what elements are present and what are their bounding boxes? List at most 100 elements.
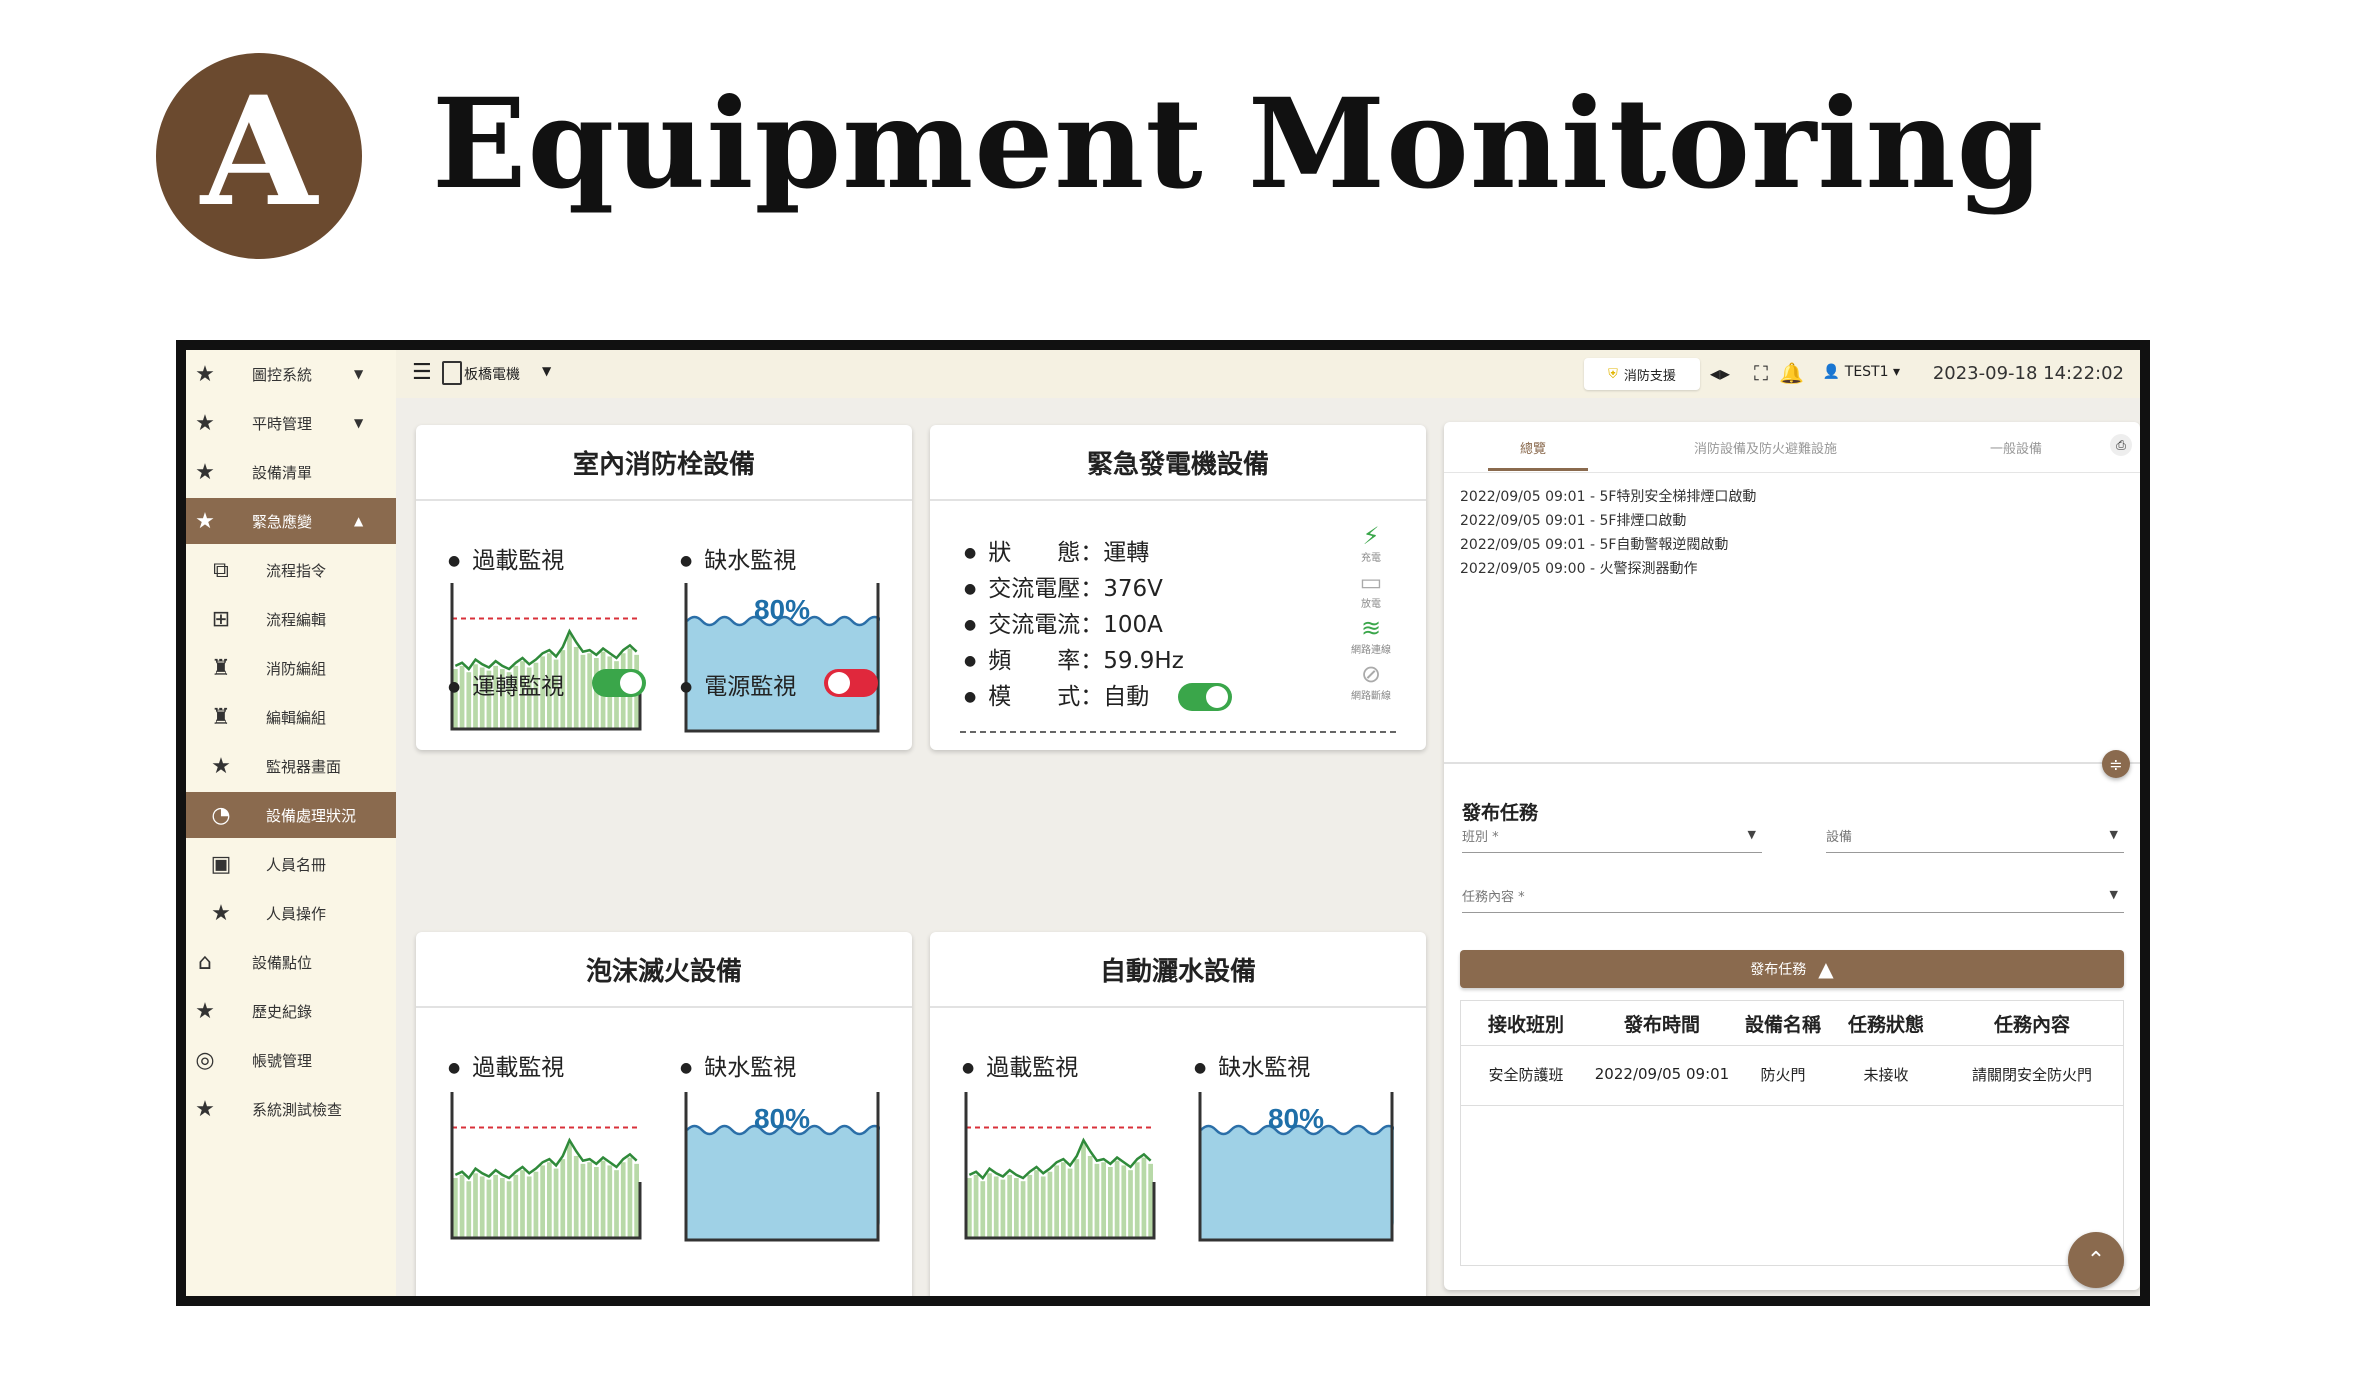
chart-bar	[533, 1171, 539, 1238]
publish-label: 發布任務	[1750, 962, 1807, 978]
chart-bar	[587, 1162, 592, 1238]
sidebar-item[interactable]: ⧉ 流程指令	[186, 547, 396, 593]
right-panel: 總覽 消防設備及防火避難設施 一般設備 ⎙ 2022/09/05 09:01 -…	[1444, 422, 2140, 1290]
water-label: 缺水監視	[680, 541, 796, 575]
fullscreen-icon[interactable]: ⛶	[1754, 361, 1768, 385]
scroll-top-button[interactable]: ⌃	[2068, 1232, 2124, 1288]
chart-bar	[560, 1159, 566, 1238]
tab-overview[interactable]: 總覽	[1520, 438, 1546, 457]
chart-bar	[973, 1174, 979, 1238]
tab-general-equipment[interactable]: 一般設備	[1990, 438, 2042, 457]
chart-bar	[1101, 1162, 1106, 1238]
sidebar-item-label: 平時管理	[252, 414, 313, 433]
chart-bar	[1061, 1162, 1066, 1238]
table-header[interactable]: 發布時間	[1591, 1001, 1733, 1045]
sidebar-item[interactable]: ♜ 編輯編組	[186, 694, 396, 740]
chart-bar	[1074, 1159, 1080, 1238]
sidebar-item-label: 歷史紀錄	[252, 1002, 313, 1021]
shift-select[interactable]: 班別 * ▼	[1462, 826, 1762, 853]
chart-bar	[634, 1163, 639, 1238]
sidebar-item[interactable]: ★ 圖控系統 ▼	[186, 351, 396, 397]
table-header[interactable]: 接收班別	[1461, 1001, 1591, 1045]
sidebar-item[interactable]: ★ 緊急應變 ▲	[186, 498, 396, 544]
sidebar-item[interactable]: ★ 監視器畫面	[186, 743, 396, 789]
water-label: 缺水監視	[680, 1048, 796, 1082]
power-toggle[interactable]	[824, 669, 878, 697]
chevron-up-icon[interactable]: ▲	[354, 514, 363, 528]
publish-task-button[interactable]: 發布任務 ▲	[1460, 950, 2124, 988]
running-toggle[interactable]	[592, 669, 646, 697]
sidebar-item[interactable]: ⊞ 流程編輯	[186, 596, 396, 642]
power-toggle[interactable]	[824, 1300, 878, 1306]
device-label: 設備	[1826, 830, 1853, 845]
user-name: TEST1	[1844, 364, 1889, 380]
chart-bar	[500, 1178, 505, 1238]
star-icon: ★	[195, 410, 215, 436]
star-icon: ★	[195, 361, 215, 387]
tab-bar: 總覽 消防設備及防火避難設施 一般設備 ⎙	[1444, 422, 2140, 473]
chart-bar	[627, 1157, 633, 1238]
star-icon: ★	[195, 459, 215, 485]
sidebar-item-label: 流程編輯	[266, 610, 327, 629]
hydrant-panel: 室內消防栓設備 過載監視 缺水監視 80% 運轉監視 電源監視	[416, 425, 912, 750]
tab-fire-equipment[interactable]: 消防設備及防火避難設施	[1694, 438, 1837, 457]
chart-bar	[506, 1181, 512, 1238]
sidebar-item-label: 緊急應變	[252, 512, 313, 531]
chart-bar	[1121, 1165, 1127, 1238]
chevron-down-icon: ▼	[2109, 888, 2118, 901]
sidebar-item[interactable]: ◔ 設備處理狀況	[186, 792, 396, 838]
table-cell: 防火門	[1760, 1065, 1806, 1084]
sidebar-item[interactable]: ★ 系統測試檢查	[186, 1086, 396, 1132]
sidebar-item[interactable]: ★ 平時管理 ▼	[186, 400, 396, 446]
sidebar-item[interactable]: ★ 設備清單	[186, 449, 396, 495]
sidebar-item-label: 人員操作	[266, 904, 327, 923]
log-entry: 2022/09/05 09:01 - 5F排煙口啟動	[1460, 513, 1687, 529]
running-toggle[interactable]	[1106, 1300, 1160, 1306]
chart-bar	[980, 1181, 986, 1238]
chart-bar	[1141, 1157, 1147, 1238]
printer-icon[interactable]: ⎙	[2110, 434, 2132, 456]
chevron-down-icon[interactable]: ▼	[354, 367, 363, 381]
generator-stat: 狀 態：運轉	[964, 533, 1149, 567]
overload-label: 過載監視	[448, 1048, 564, 1082]
sidebar-item[interactable]: ◎ 帳號管理	[186, 1037, 396, 1083]
table-header[interactable]: 任務狀態	[1833, 1001, 1939, 1045]
sprinkler-title: 自動灑水設備	[930, 932, 1426, 1008]
menu-icon[interactable]: ☰	[412, 360, 432, 385]
page-title: Equipment Monitoring	[432, 72, 2045, 217]
sidebar-item[interactable]: ★ 人員操作	[186, 890, 396, 936]
chart-bar	[1040, 1176, 1046, 1238]
chart-bar	[493, 1174, 498, 1238]
sidebar-item[interactable]: ♜ 消防編組	[186, 645, 396, 691]
table-header[interactable]: 設備名稱	[1733, 1001, 1833, 1045]
table-cell: 2022/09/05 09:01	[1594, 1065, 1730, 1083]
fire-support-button[interactable]: ⛨ 消防支援	[1584, 358, 1700, 390]
chevron-down-icon[interactable]: ▼	[542, 364, 551, 378]
water-level-label: 80%	[1268, 1103, 1324, 1134]
site-selector[interactable]: 板橋電機	[464, 364, 520, 384]
task-content-select[interactable]: 任務內容 * ▼	[1462, 886, 2124, 913]
status-icon: ◔	[211, 802, 231, 828]
app-window: ★ 圖控系統 ▼ ★ 平時管理 ▼ ★ 設備清單 ★ 緊急應變 ▲ ⧉ 流程指令 ⊞ 流程編輯 ♜ 消防編組 ♜ 編…	[176, 340, 2150, 1306]
flow-command-icon: ⧉	[213, 557, 229, 583]
sidebar-item[interactable]: ⌂ 設備點位	[186, 939, 396, 985]
user-menu[interactable]: 👤 TEST1 ▾	[1823, 364, 1900, 380]
sidebar-item-label: 人員名冊	[266, 855, 327, 874]
running-toggle[interactable]	[592, 1300, 646, 1306]
chevron-down-icon[interactable]: ▼	[354, 416, 363, 430]
bell-icon[interactable]: 🔔	[1779, 361, 1804, 385]
power-toggle[interactable]	[1338, 1300, 1392, 1306]
table-header[interactable]: 任務內容	[1939, 1001, 2125, 1045]
generator-stat: 交流電流：100A	[964, 605, 1163, 639]
mode-toggle[interactable]	[1178, 683, 1232, 711]
expand-icon[interactable]: ≑	[2102, 750, 2130, 778]
device-select[interactable]: 設備 ▼	[1826, 826, 2124, 853]
sidebar-item-label: 流程指令	[266, 561, 327, 580]
sidebar-item[interactable]: ▣ 人員名冊	[186, 841, 396, 887]
firefighter-icon: ♜	[211, 704, 231, 730]
section-badge: A	[156, 53, 362, 259]
foam-title: 泡沫滅火設備	[416, 932, 912, 1008]
split-view-icon[interactable]: ◂▸	[1710, 361, 1730, 385]
sidebar-item[interactable]: ★ 歷史紀錄	[186, 988, 396, 1034]
wifi-off-icon: ⊘ 網路斷線	[1346, 661, 1396, 703]
